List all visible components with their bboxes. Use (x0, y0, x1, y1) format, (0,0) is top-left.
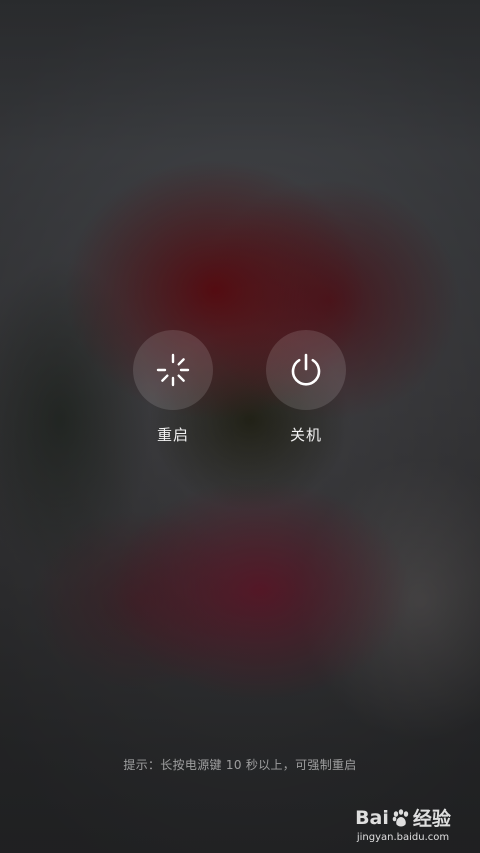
restart-icon (155, 352, 191, 388)
shutdown-label: 关机 (289, 426, 322, 444)
restart-button[interactable] (133, 330, 213, 410)
power-icon (287, 351, 325, 389)
restart-label: 重启 (156, 426, 189, 444)
watermark-logo: Bai 经验 (348, 804, 458, 831)
watermark-logo-right: 经验 (412, 808, 451, 830)
paw-icon (391, 808, 411, 828)
shutdown-action[interactable]: 关机 (246, 330, 366, 445)
restart-action[interactable]: 重启 (113, 330, 233, 445)
watermark-url: jingyan.baidu.com (356, 832, 450, 843)
baidu-jingyan-watermark: Bai 经验 jingyan.baidu.com (348, 804, 458, 844)
force-restart-hint: 提示：长按电源键 10 秒以上，可强制重启 (123, 758, 357, 772)
shutdown-button[interactable] (266, 330, 346, 410)
power-menu-screen: 重启 关机 提示：长按电源键 10 秒以上，可强制重启 Bai 经验 jingy… (0, 0, 480, 853)
watermark-logo-left: Bai (355, 806, 389, 829)
wallpaper-vignette (0, 0, 480, 853)
